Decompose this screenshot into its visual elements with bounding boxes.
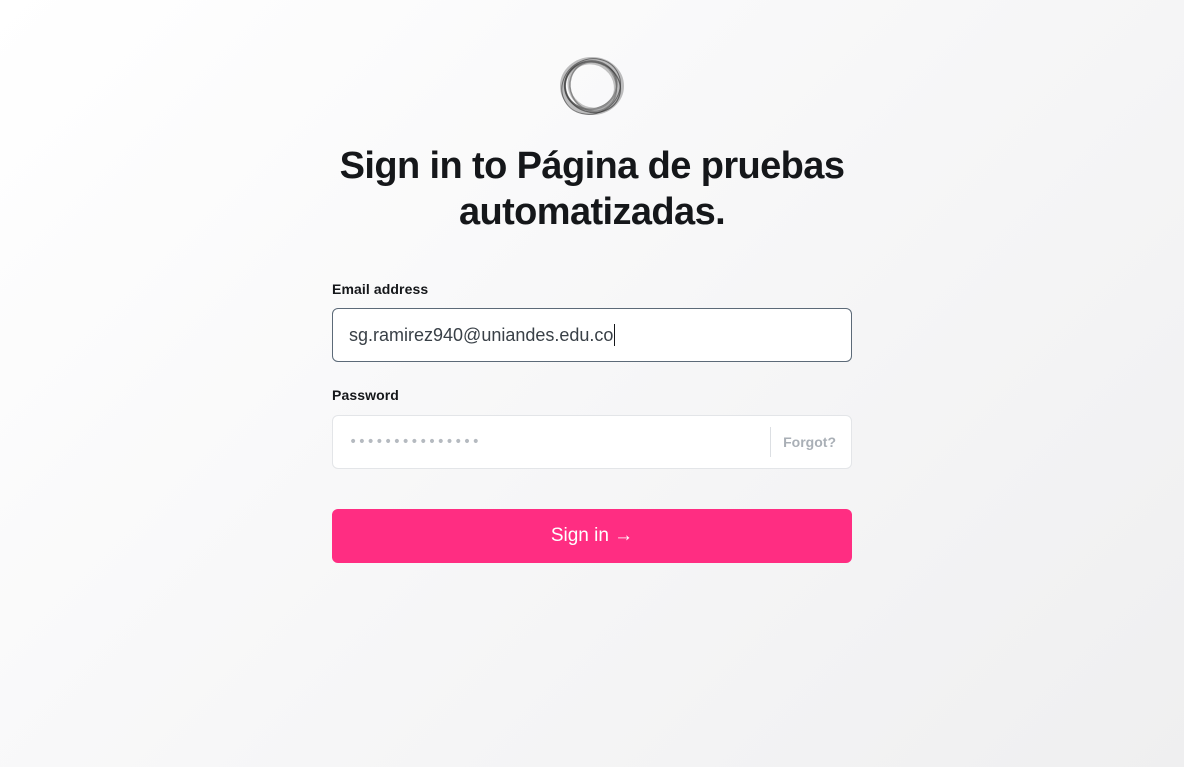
password-input[interactable]: •••••••••••••••: [349, 416, 480, 468]
password-field[interactable]: ••••••••••••••• Forgot?: [332, 415, 852, 469]
forgot-password-link[interactable]: Forgot?: [783, 416, 836, 468]
password-label: Password: [332, 387, 399, 403]
email-value: sg.ramirez940@uniandes.edu.co: [349, 325, 614, 345]
signin-button[interactable]: Sign in →: [332, 509, 852, 563]
ring-logo-icon: [558, 54, 626, 118]
text-caret: [614, 323, 616, 346]
email-field[interactable]: sg.ramirez940@uniandes.edu.co: [332, 308, 852, 362]
email-input[interactable]: sg.ramirez940@uniandes.edu.co: [349, 309, 616, 361]
field-divider: [770, 427, 771, 457]
page-title: Sign in to Página de pruebas automatizad…: [339, 145, 845, 233]
email-label: Email address: [332, 281, 429, 297]
